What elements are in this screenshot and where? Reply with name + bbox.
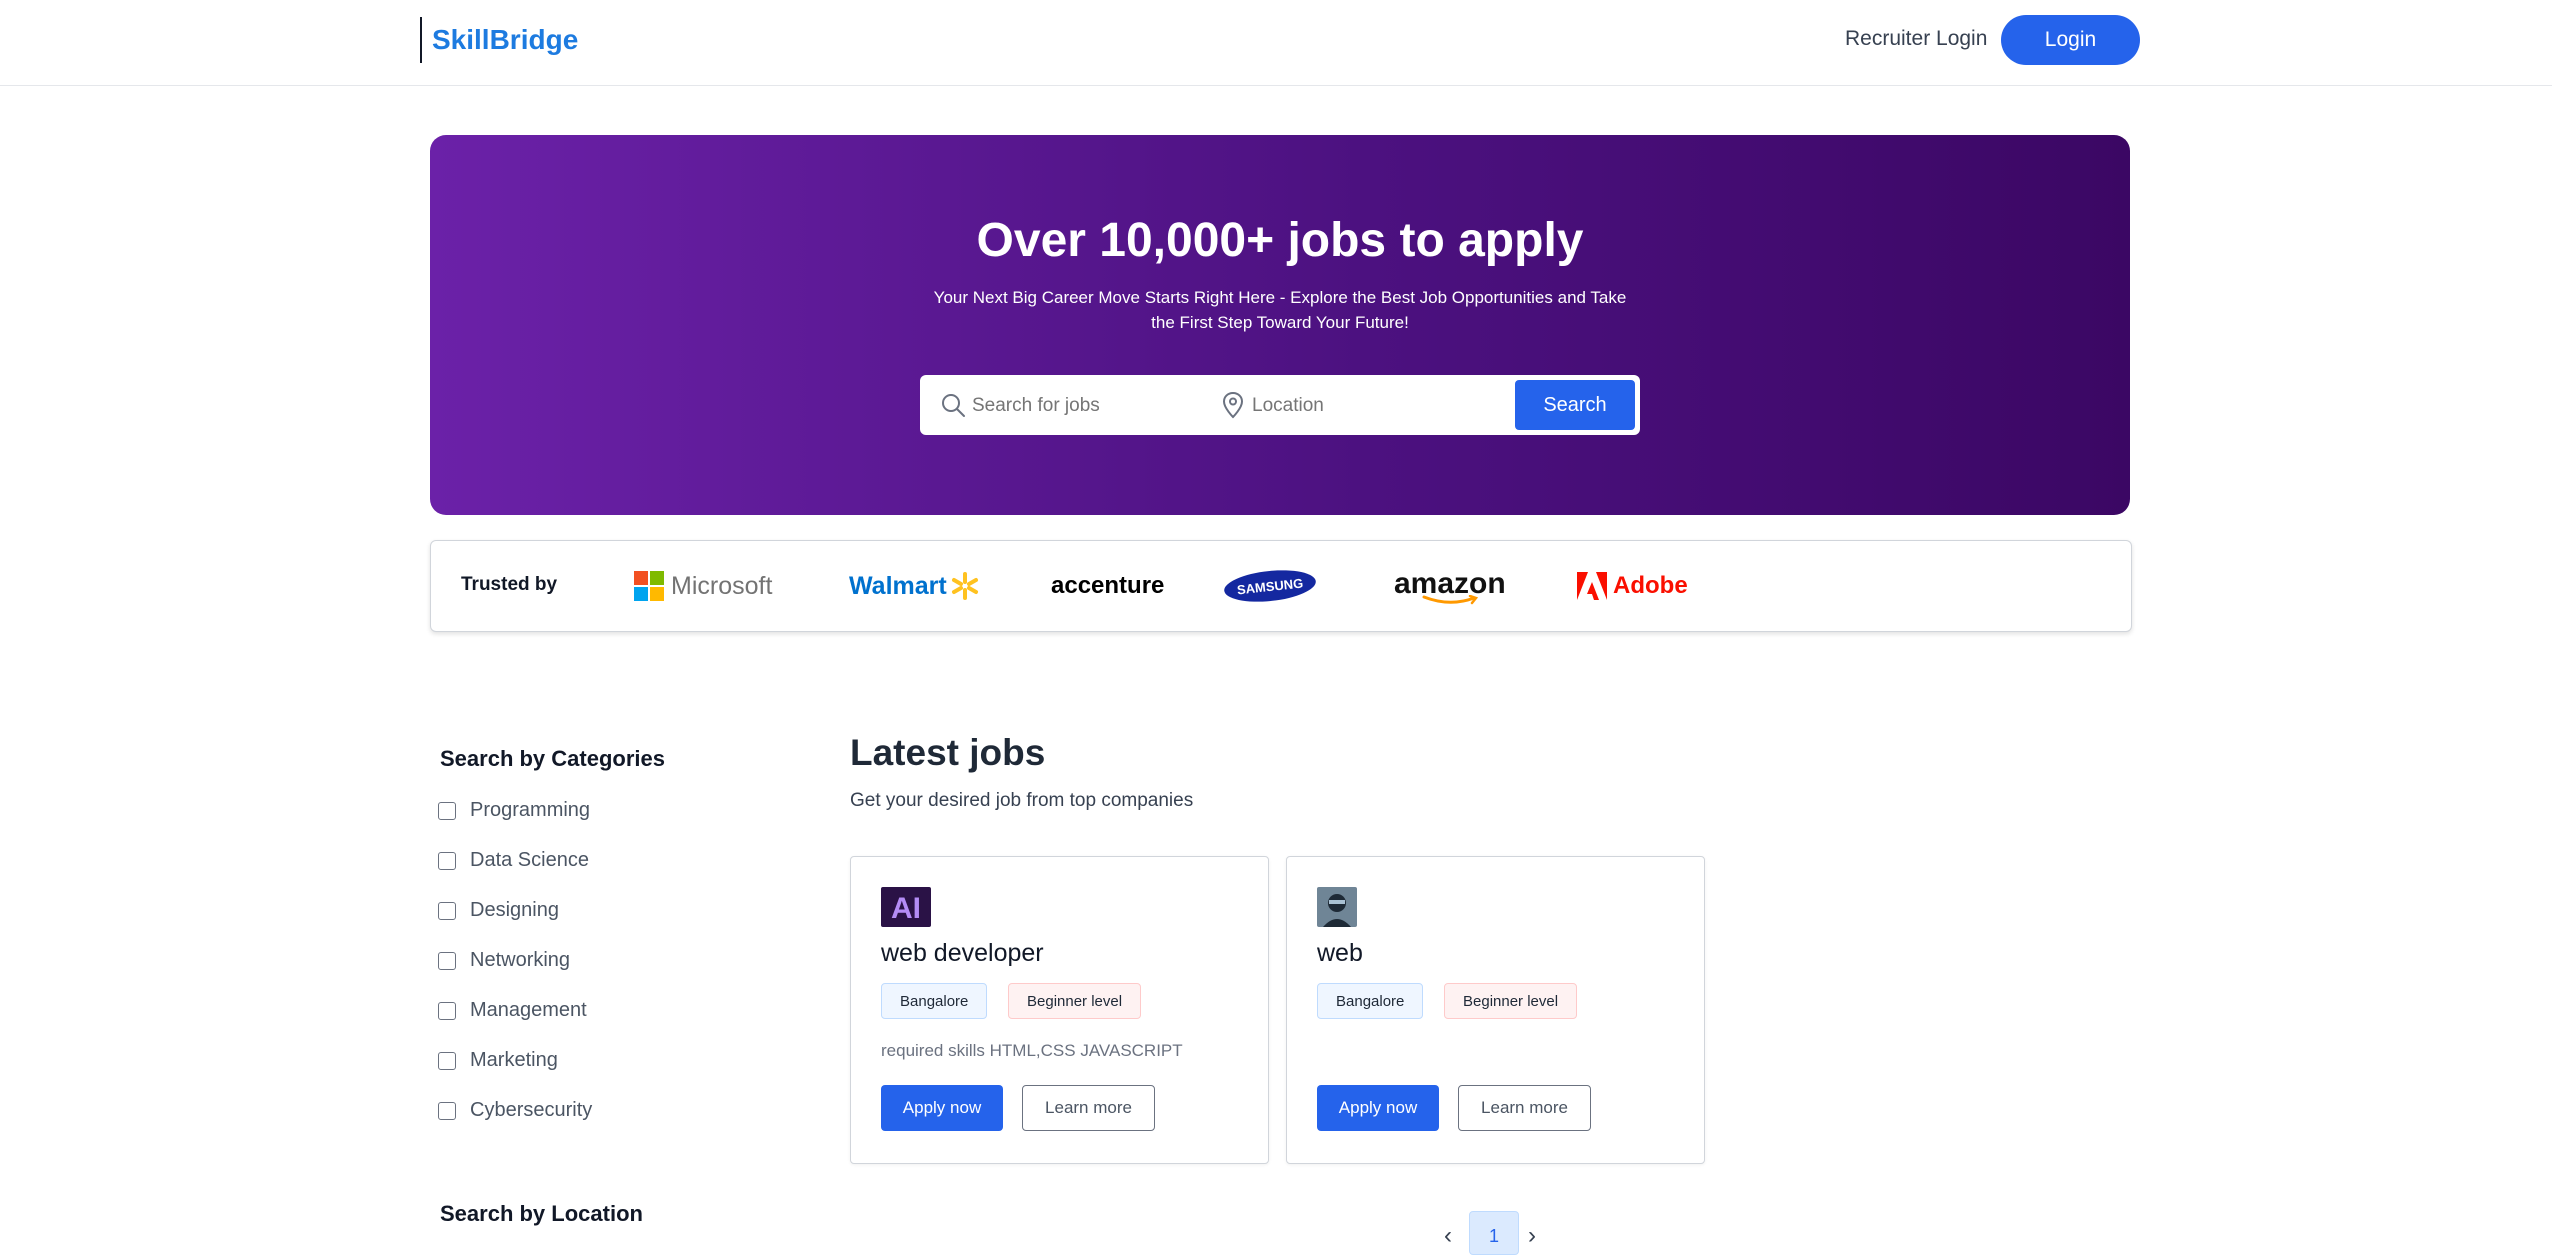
- walmart-spark-icon: [951, 572, 978, 600]
- top-navbar: SkillBridge Recruiter Login Login: [0, 0, 2552, 86]
- adobe-a-icon: [1577, 572, 1607, 600]
- adobe-wordmark: Adobe: [1613, 572, 1688, 599]
- job-card: AI web developer Bangalore Beginner leve…: [850, 856, 1269, 1164]
- pagination-next-icon[interactable]: ›: [1528, 1222, 1536, 1250]
- category-label: Cybersecurity: [470, 1099, 593, 1121]
- category-label: Marketing: [470, 1049, 558, 1071]
- accenture-wordmark: accenture: [1051, 572, 1165, 599]
- checkbox[interactable]: [438, 1101, 456, 1120]
- category-networking[interactable]: Networking: [438, 949, 570, 972]
- samsung-logo: SAMSUNG: [1222, 541, 1318, 631]
- category-designing[interactable]: Designing: [438, 899, 559, 922]
- apply-now-button[interactable]: Apply now: [1317, 1085, 1439, 1131]
- microsoft-logo: Microsoft: [634, 541, 772, 631]
- job-description: required skills HTML,CSS JAVASCRIPT: [881, 1041, 1183, 1060]
- microsoft-squares-icon: [634, 571, 664, 601]
- job-search-input[interactable]: [970, 389, 1204, 423]
- location-tag: Bangalore: [881, 983, 988, 1019]
- samsung-wordmark: SAMSUNG: [1236, 575, 1304, 597]
- trusted-by-strip: Trusted by Microsoft Walmart accenture S…: [430, 540, 2132, 632]
- brand-divider: [420, 17, 422, 63]
- accenture-logo: accenture: [1051, 541, 1164, 631]
- hero-subtitle: Your Next Big Career Move Starts Right H…: [933, 288, 1627, 332]
- checkbox[interactable]: [438, 901, 456, 920]
- samsung-oval-icon: SAMSUNG: [1222, 566, 1318, 606]
- checkbox[interactable]: [438, 951, 456, 970]
- category-cybersecurity[interactable]: Cybersecurity: [438, 1099, 592, 1122]
- location-filter-title: Search by Location: [440, 1201, 643, 1226]
- job-title: web developer: [881, 939, 1044, 967]
- recruiter-login-link[interactable]: Recruiter Login: [1845, 27, 1987, 51]
- hero-banner: Over 10,000+ jobs to apply Your Next Big…: [430, 135, 2130, 515]
- job-title: web: [1317, 939, 1363, 967]
- latest-jobs-subtitle: Get your desired job from top companies: [850, 790, 1194, 811]
- checkbox[interactable]: [438, 1001, 456, 1020]
- location-pin-icon: [1222, 391, 1244, 419]
- category-label: Management: [470, 999, 587, 1021]
- latest-jobs-title: Latest jobs: [850, 732, 1046, 773]
- login-button[interactable]: Login: [2001, 15, 2140, 65]
- categories-title: Search by Categories: [440, 746, 665, 771]
- ai-logo-icon: AI: [881, 887, 931, 927]
- pagination-prev-icon[interactable]: ‹: [1444, 1222, 1452, 1250]
- adobe-logo: Adobe: [1577, 541, 1688, 631]
- job-card: web Bangalore Beginner level Apply now L…: [1286, 856, 1705, 1164]
- brand-logo[interactable]: SkillBridge: [432, 24, 578, 56]
- category-management[interactable]: Management: [438, 999, 587, 1022]
- category-data-science[interactable]: Data Science: [438, 849, 589, 872]
- apply-now-button[interactable]: Apply now: [881, 1085, 1003, 1131]
- learn-more-button[interactable]: Learn more: [1458, 1085, 1591, 1131]
- job-search-bar: Search: [920, 375, 1640, 435]
- category-label: Data Science: [470, 849, 589, 871]
- search-button[interactable]: Search: [1515, 380, 1635, 430]
- pagination-page[interactable]: 1: [1469, 1211, 1519, 1255]
- category-label: Programming: [470, 799, 591, 821]
- walmart-logo: Walmart: [849, 541, 980, 631]
- checkbox[interactable]: [438, 801, 456, 820]
- avatar-logo-icon: [1317, 887, 1357, 927]
- checkbox[interactable]: [438, 1051, 456, 1070]
- category-label: Designing: [470, 899, 559, 921]
- hero-title: Over 10,000+ jobs to apply: [976, 214, 1584, 267]
- svg-text:AI: AI: [891, 892, 921, 925]
- category-label: Networking: [470, 949, 571, 971]
- category-marketing[interactable]: Marketing: [438, 1049, 558, 1072]
- level-tag: Beginner level: [1008, 983, 1142, 1019]
- amazon-logo: amazon: [1394, 541, 1506, 631]
- walmart-wordmark: Walmart: [849, 571, 947, 600]
- location-tag: Bangalore: [1317, 983, 1424, 1019]
- learn-more-button[interactable]: Learn more: [1022, 1085, 1155, 1131]
- location-input[interactable]: [1250, 389, 1514, 423]
- category-programming[interactable]: Programming: [438, 799, 590, 822]
- amazon-smile-icon: [1422, 595, 1478, 605]
- microsoft-wordmark: Microsoft: [671, 571, 773, 600]
- trusted-by-label: Trusted by: [461, 574, 558, 595]
- level-tag: Beginner level: [1444, 983, 1578, 1019]
- checkbox[interactable]: [438, 851, 456, 870]
- search-icon: [942, 394, 965, 417]
